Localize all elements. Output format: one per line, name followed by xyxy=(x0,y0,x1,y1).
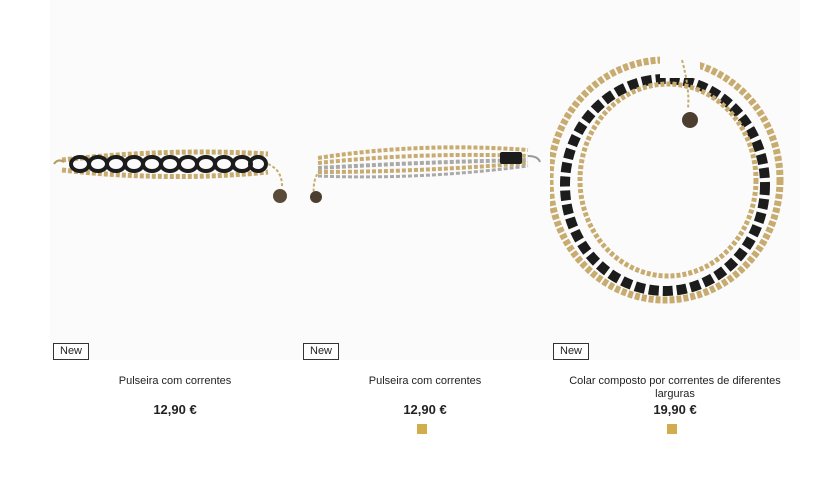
new-badge: New xyxy=(553,343,590,360)
product-image[interactable] xyxy=(50,0,300,360)
product-name[interactable]: Pulseira com correntes xyxy=(300,375,550,388)
product-image[interactable] xyxy=(300,0,550,360)
product-price: 12,90 € xyxy=(153,402,197,417)
color-swatch[interactable] xyxy=(417,424,427,434)
chain-bracelet-icon xyxy=(310,145,541,203)
product-name[interactable]: Pulseira com correntes xyxy=(50,375,300,388)
product-price: 12,90 € xyxy=(403,402,447,417)
chain-bracelet-icon xyxy=(53,149,287,203)
product-card: New Pulseira com correntes 12,90 € xyxy=(300,0,550,477)
chain-necklace-icon xyxy=(550,48,784,304)
product-image[interactable] xyxy=(550,0,800,360)
product-card: New Pulseira com correntes 12,90 € xyxy=(50,0,300,477)
product-name[interactable]: Colar composto por correntes de diferent… xyxy=(550,375,800,401)
color-swatch[interactable] xyxy=(667,424,677,434)
product-card: New Colar composto por correntes de dife… xyxy=(550,0,800,477)
new-badge: New xyxy=(303,343,340,360)
product-price: 19,90 € xyxy=(653,402,697,417)
new-badge: New xyxy=(53,343,90,360)
